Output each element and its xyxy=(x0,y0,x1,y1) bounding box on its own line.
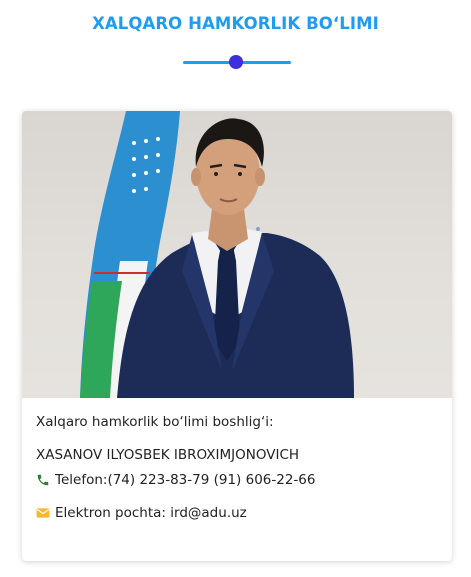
staff-card: Xalqaro hamkorlik bo‘limi boshlig‘i: XAS… xyxy=(22,111,452,561)
phone-label: Telefon: xyxy=(55,472,108,488)
staff-position: Xalqaro hamkorlik bo‘limi boshlig‘i: xyxy=(36,414,274,430)
phone-row: Telefon: (74) 223-83-79 (91) 606-22-66 xyxy=(36,472,438,488)
card-body: Xalqaro hamkorlik bo‘limi boshlig‘i: XAS… xyxy=(22,398,452,521)
page: XALQARO HAMKORLIK BO‘LIMI Xalqaro hamkor… xyxy=(0,0,471,577)
email-link[interactable]: ird@adu.uz xyxy=(170,505,246,521)
phone-icon xyxy=(36,473,50,487)
staff-photo xyxy=(22,111,452,398)
email-row: Elektron pochta: ird@adu.uz xyxy=(36,505,438,521)
staff-name: XASANOV ILYOSBEK IBROXIMJONOVICH xyxy=(36,447,300,463)
phone-link[interactable]: (74) 223-83-79 (91) 606-22-66 xyxy=(107,472,315,488)
section-title: XALQARO HAMKORLIK BO‘LIMI xyxy=(92,14,379,33)
title-divider-dot xyxy=(229,55,243,69)
envelope-icon xyxy=(36,506,50,520)
email-label: Elektron pochta: xyxy=(55,505,166,521)
